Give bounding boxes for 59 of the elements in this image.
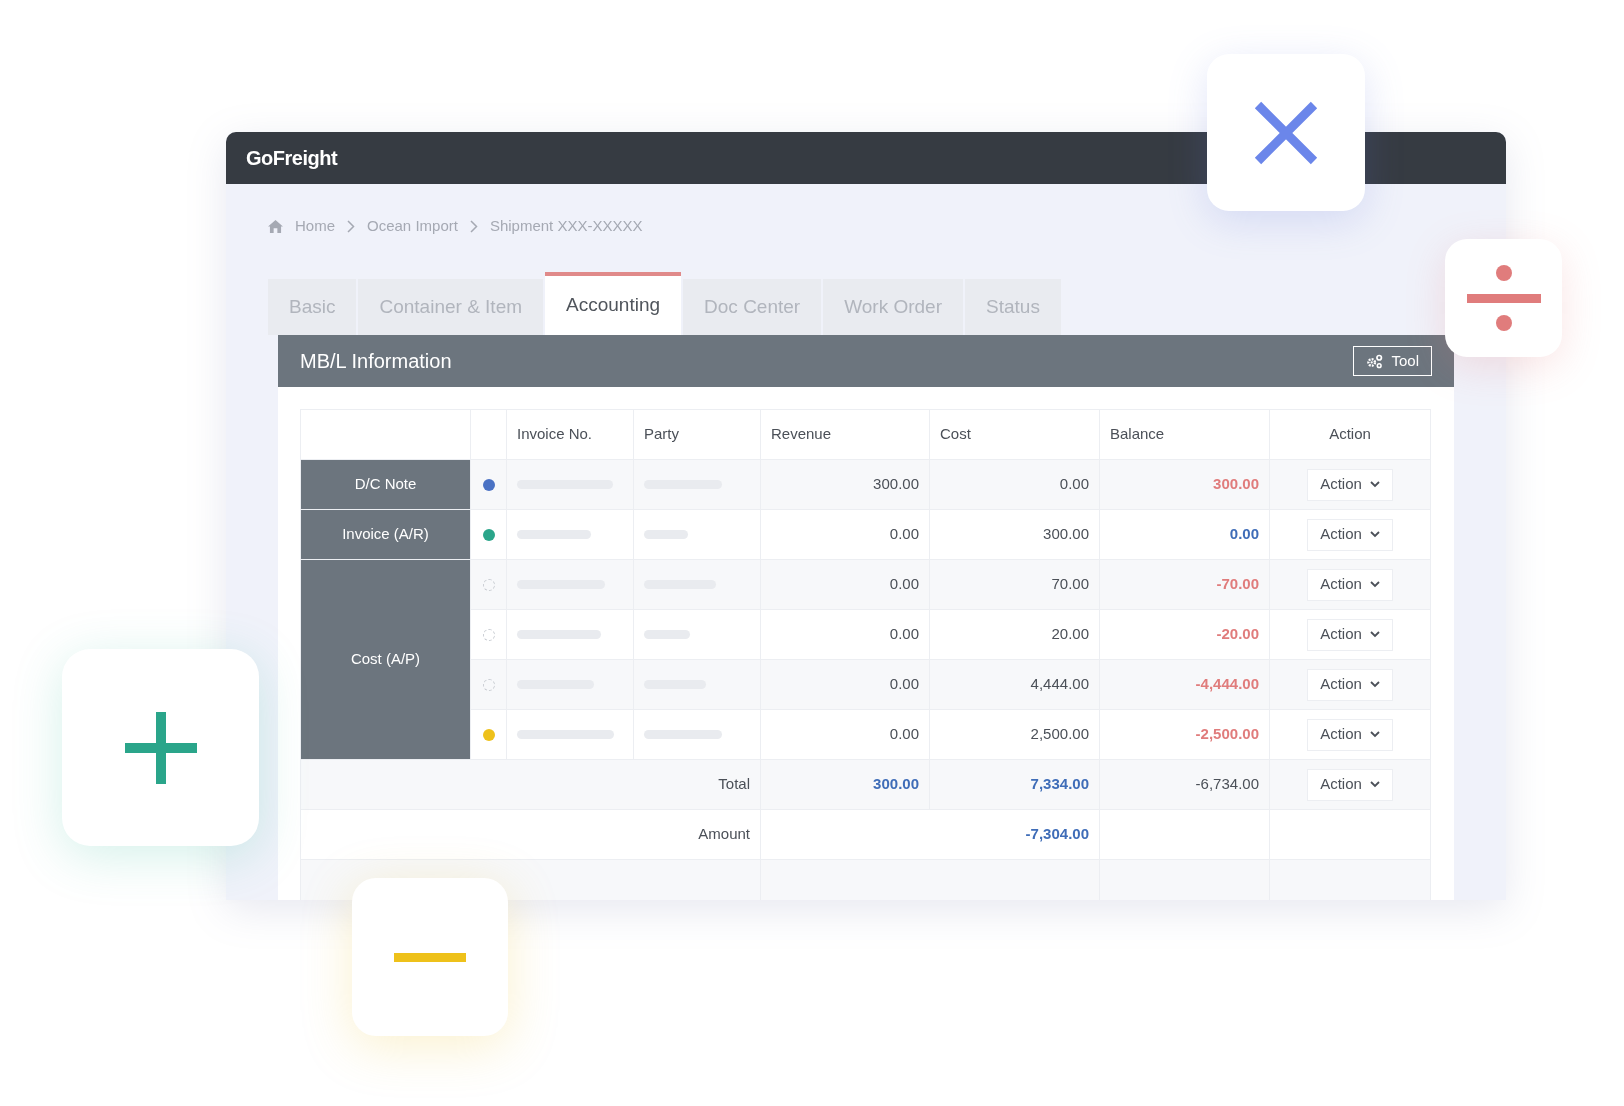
caret-down-icon <box>1369 781 1380 788</box>
multiply-icon <box>1254 100 1318 165</box>
column-header: Action <box>1329 425 1371 443</box>
table-cell: 0.00 <box>889 525 919 543</box>
table-cell: -6,734.00 <box>1195 775 1259 793</box>
table-cell: 4,444.00 <box>1030 675 1089 693</box>
table-cell: 300.00 <box>873 475 919 493</box>
table-cell: 7,334.00 <box>1030 775 1089 793</box>
row-group-label: Cost (A/P) <box>350 650 421 668</box>
action-dropdown[interactable]: Action <box>1307 518 1393 551</box>
table-cell: 20.00 <box>1051 625 1089 643</box>
amount-label: Amount <box>698 825 750 843</box>
gears-icon <box>1366 353 1384 369</box>
caret-down-icon <box>1369 731 1380 738</box>
chevron-right-icon <box>347 219 355 233</box>
table-cell: -4,444.00 <box>1195 675 1259 693</box>
column-header: Invoice No. <box>517 425 593 443</box>
caret-down-icon <box>1369 581 1380 588</box>
column-header: Balance <box>1110 425 1165 443</box>
total-label: Total <box>718 775 750 793</box>
table-cell: 300.00 <box>873 775 919 793</box>
caret-down-icon <box>1369 531 1380 538</box>
plus-icon <box>124 711 197 784</box>
chevron-right-icon <box>469 219 478 233</box>
tab[interactable]: Accounting <box>545 272 682 335</box>
table-cell: 70.00 <box>1051 575 1089 593</box>
panel-title: MB/L Information <box>300 349 452 374</box>
table-cell: 0.00 <box>889 675 919 693</box>
action-dropdown[interactable]: Action <box>1307 618 1393 651</box>
divide-icon <box>1466 265 1541 331</box>
action-dropdown[interactable]: Action <box>1307 568 1393 601</box>
caret-down-icon <box>1369 631 1380 638</box>
table-cell: -2,500.00 <box>1195 725 1259 743</box>
tool-button[interactable]: Tool <box>1353 346 1432 376</box>
row-group-label: Invoice (A/R) <box>342 525 429 543</box>
table-cell: -7,304.00 <box>1025 825 1089 843</box>
action-dropdown[interactable]: Action <box>1307 718 1393 751</box>
action-dropdown[interactable]: Action <box>1307 668 1393 701</box>
table-cell: 0.00 <box>889 725 919 743</box>
table-cell: -20.00 <box>1216 625 1259 643</box>
table-cell: 300.00 <box>1043 525 1089 543</box>
home-icon <box>268 219 283 233</box>
column-header: Party <box>644 425 679 443</box>
table-cell: 0.00 <box>889 625 919 643</box>
column-header: Revenue <box>771 425 832 443</box>
column-header: Cost <box>940 425 971 443</box>
caret-down-icon <box>1369 681 1380 688</box>
action-dropdown[interactable]: Action <box>1307 468 1393 501</box>
minus-icon <box>394 952 466 962</box>
table-cell: 300.00 <box>1213 475 1259 493</box>
table-cell: 0.00 <box>889 575 919 593</box>
table-cell: 0.00 <box>1059 475 1089 493</box>
caret-down-icon <box>1369 481 1380 488</box>
logo[interactable]: GoFreight <box>246 143 338 173</box>
table-cell: -70.00 <box>1216 575 1259 593</box>
row-group-label: D/C Note <box>354 475 417 493</box>
table-cell: 2,500.00 <box>1030 725 1089 743</box>
table-cell: 0.00 <box>1229 525 1259 543</box>
action-dropdown[interactable]: Action <box>1307 768 1393 801</box>
